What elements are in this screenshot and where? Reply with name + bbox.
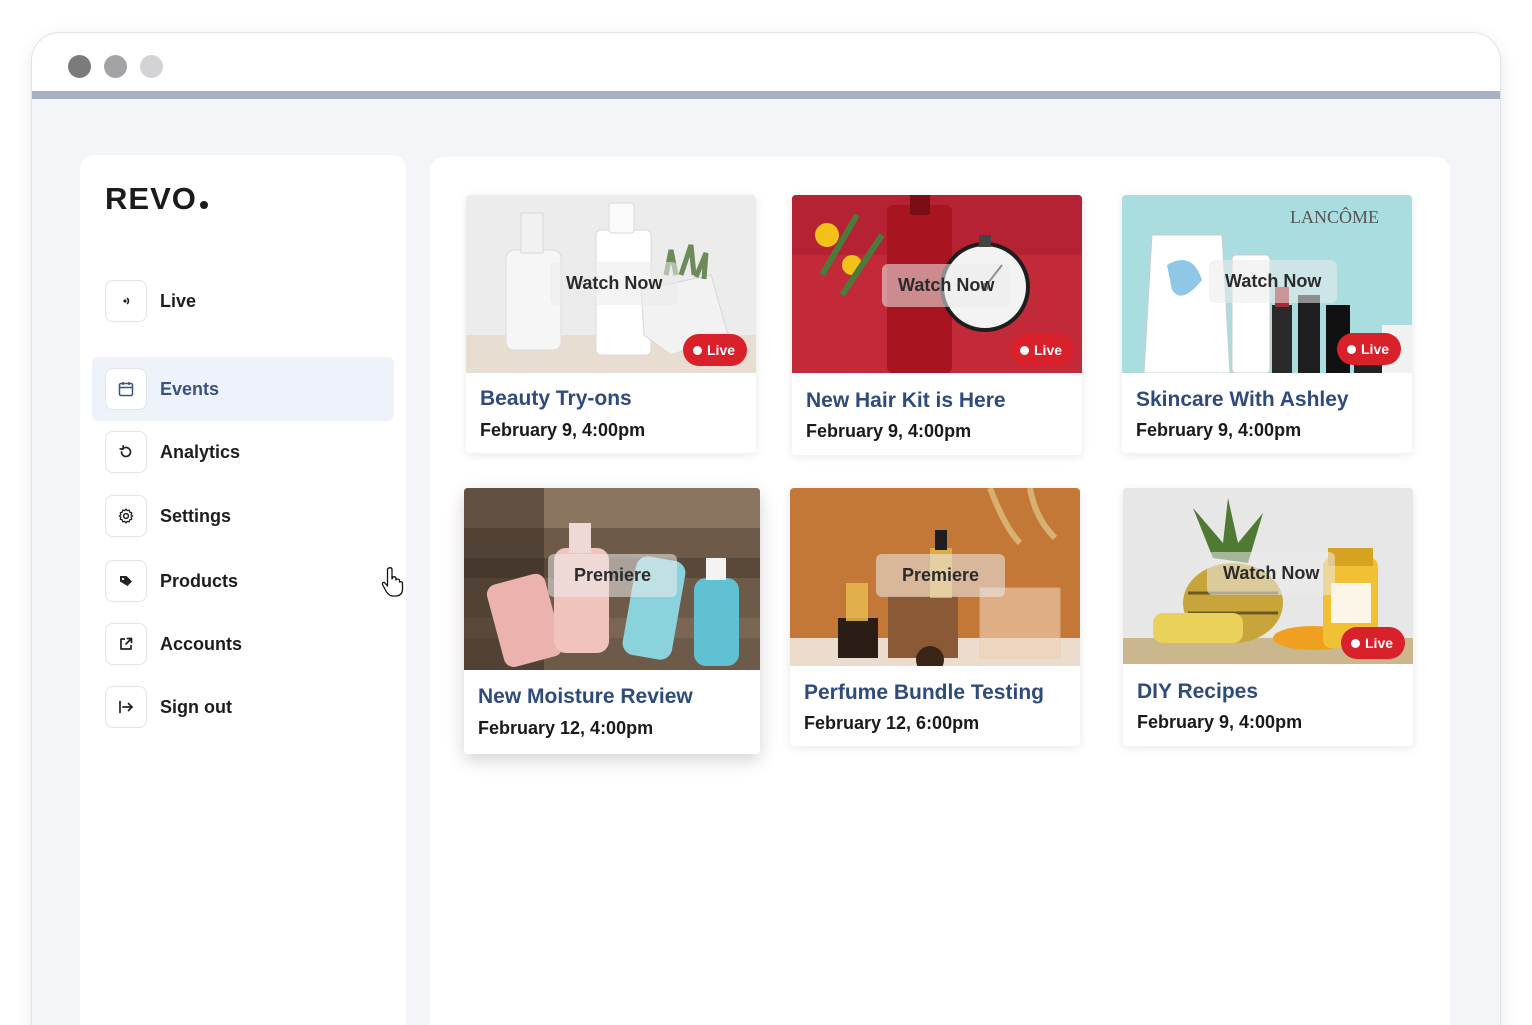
window-maximize-control[interactable] — [140, 55, 163, 78]
window-minimize-control[interactable] — [104, 55, 127, 78]
event-title: New Hair Kit is Here — [806, 389, 1006, 412]
premiere-button[interactable]: Premiere — [876, 554, 1006, 597]
sidebar: REVO Live Events Analytics Settings Prod… — [80, 155, 406, 1025]
logo-dot — [199, 201, 208, 209]
calendar-icon — [105, 368, 147, 410]
live-dot-icon — [1020, 345, 1029, 355]
event-thumbnail: Watch Now Live — [1123, 488, 1413, 664]
sidebar-item-accounts[interactable]: Accounts — [92, 612, 394, 676]
events-grid: Watch Now Live Beauty Try-ons February 9… — [430, 157, 1450, 1025]
watch-now-button[interactable]: Watch Now — [550, 262, 679, 305]
live-badge: Live — [1010, 334, 1075, 366]
event-date: February 12, 6:00pm — [804, 713, 980, 733]
sidebar-item-analytics[interactable]: Analytics — [92, 420, 394, 484]
live-dot-icon — [1351, 638, 1360, 648]
sidebar-item-label: Settings — [160, 505, 232, 526]
event-thumbnail: Premiere — [790, 488, 1080, 666]
event-title: DIY Recipes — [1137, 680, 1259, 703]
event-title: Skincare With Ashley — [1136, 388, 1349, 411]
event-card-diy-recipes[interactable]: Watch Now Live DIY Recipes February 9, 4… — [1123, 488, 1413, 746]
sidebar-item-label: Products — [160, 570, 239, 591]
logo-text: REVO — [105, 181, 197, 216]
live-dot-icon — [693, 345, 702, 355]
tag-icon — [105, 560, 147, 602]
event-date: February 9, 4:00pm — [480, 420, 646, 440]
sidebar-item-live[interactable]: Live — [92, 269, 394, 333]
svg-text:LANCÔME: LANCÔME — [1290, 206, 1379, 227]
event-title: Beauty Try-ons — [480, 387, 632, 410]
app-logo[interactable]: REVO — [105, 181, 208, 217]
premiere-button[interactable]: Premiere — [548, 554, 678, 597]
event-date: February 9, 4:00pm — [806, 421, 972, 441]
live-dot-icon — [1347, 344, 1356, 354]
sidebar-item-label: Live — [160, 290, 197, 311]
event-card-perfume-bundle-testing[interactable]: Premiere Perfume Bundle Testing February… — [790, 488, 1080, 746]
event-title: New Moisture Review — [478, 685, 693, 708]
event-title: Perfume Bundle Testing — [804, 681, 1044, 704]
sidebar-item-label: Sign out — [160, 696, 232, 717]
live-badge-label: Live — [707, 342, 736, 358]
event-thumbnail: LANCÔME Watch Now Live — [1122, 195, 1412, 373]
window-titlebar — [32, 33, 1500, 99]
sidebar-item-label: Events — [160, 378, 220, 399]
sign-out-icon — [105, 686, 147, 728]
watch-now-button[interactable]: Watch Now — [882, 264, 1011, 307]
live-badge-label: Live — [1365, 635, 1394, 651]
watch-now-button[interactable]: Watch Now — [1209, 260, 1338, 303]
event-card-new-moisture-review[interactable]: Premiere New Moisture Review February 12… — [464, 488, 760, 754]
live-badge-label: Live — [1034, 342, 1063, 358]
live-badge: Live — [683, 334, 748, 366]
sidebar-item-products[interactable]: Products — [92, 549, 394, 613]
event-thumbnail: Watch Now Live — [792, 195, 1082, 373]
sidebar-item-label: Analytics — [160, 441, 241, 462]
event-card-skincare-with-ashley[interactable]: LANCÔME Watch Now Live Skincare With Ash… — [1122, 195, 1412, 453]
sidebar-item-settings[interactable]: Settings — [92, 484, 394, 548]
window-close-control[interactable] — [68, 55, 91, 78]
live-badge: Live — [1341, 627, 1406, 659]
hand-pointer-cursor-icon — [380, 566, 406, 603]
watch-now-button[interactable]: Watch Now — [1207, 552, 1336, 595]
event-card-beauty-try-ons[interactable]: Watch Now Live Beauty Try-ons February 9… — [466, 195, 756, 453]
live-badge-label: Live — [1361, 341, 1390, 357]
browser-window: REVO Live Events Analytics Settings Prod… — [32, 33, 1500, 1025]
broadcast-icon — [105, 280, 147, 322]
refresh-icon — [105, 431, 147, 473]
external-link-icon — [105, 623, 147, 665]
event-thumbnail: Watch Now Live — [466, 195, 756, 373]
event-card-new-hair-kit[interactable]: Watch Now Live New Hair Kit is Here Febr… — [792, 195, 1082, 455]
event-date: February 12, 4:00pm — [478, 718, 654, 738]
event-date: February 9, 4:00pm — [1136, 420, 1302, 440]
live-badge: Live — [1337, 333, 1402, 365]
sidebar-item-label: Accounts — [160, 633, 243, 654]
event-date: February 9, 4:00pm — [1137, 712, 1303, 732]
event-thumbnail: Premiere — [464, 488, 760, 670]
gear-icon — [105, 495, 147, 537]
sidebar-item-sign-out[interactable]: Sign out — [92, 675, 394, 739]
sidebar-item-events[interactable]: Events — [92, 357, 394, 421]
